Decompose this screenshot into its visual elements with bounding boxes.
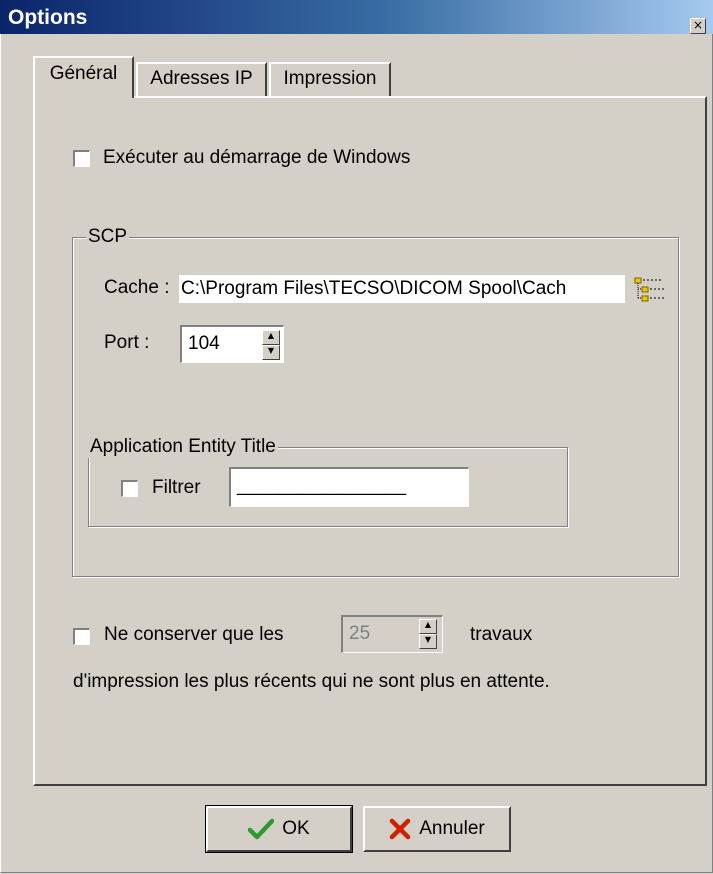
folder-tree-icon[interactable] (634, 275, 666, 305)
spin-down-icon[interactable]: ▼ (419, 634, 437, 649)
startup-checkbox[interactable] (73, 150, 90, 167)
cancel-button[interactable]: Annuler (363, 806, 511, 852)
tab-general[interactable]: Général (33, 56, 134, 98)
cache-path-field[interactable]: C:\Program Files\TECSO\DICOM Spool\Cach (179, 275, 625, 303)
spin-up-icon[interactable]: ▲ (419, 619, 437, 634)
port-spinner[interactable]: ▲ ▼ (262, 330, 280, 360)
close-button[interactable]: × (690, 18, 706, 34)
ok-button-label: OK (282, 818, 310, 839)
startup-checkbox-label[interactable]: Exécuter au démarrage de Windows (103, 147, 410, 169)
scp-group-legend: SCP (86, 226, 130, 248)
spin-down-icon[interactable]: ▼ (262, 345, 280, 360)
window-title: Options (8, 6, 88, 29)
tab-printing[interactable]: Impression (269, 62, 391, 96)
keep-jobs-spinner[interactable]: ▲ ▼ (419, 619, 437, 649)
x-icon (390, 818, 411, 840)
filter-checkbox-label[interactable]: Filtrer (152, 477, 201, 499)
keep-jobs-checkbox[interactable] (73, 628, 90, 645)
keep-jobs-label[interactable]: Ne conserver que les (104, 624, 284, 646)
keep-jobs-description: d'impression les plus récents qui ne son… (73, 671, 550, 692)
spin-up-icon[interactable]: ▲ (262, 330, 280, 345)
keep-jobs-suffix: travaux (470, 624, 533, 645)
tab-ip-addresses[interactable]: Adresses IP (136, 62, 267, 96)
cancel-button-label: Annuler (419, 818, 485, 839)
aet-field[interactable]: ________________ (229, 467, 469, 507)
filter-checkbox[interactable] (121, 480, 138, 497)
checkmark-icon (248, 818, 275, 840)
aet-group-legend: Application Entity Title (88, 436, 278, 458)
title-bar[interactable] (0, 0, 713, 34)
port-label: Port : (104, 332, 150, 353)
ok-button[interactable]: OK (205, 805, 353, 853)
cache-label: Cache : (104, 277, 170, 298)
